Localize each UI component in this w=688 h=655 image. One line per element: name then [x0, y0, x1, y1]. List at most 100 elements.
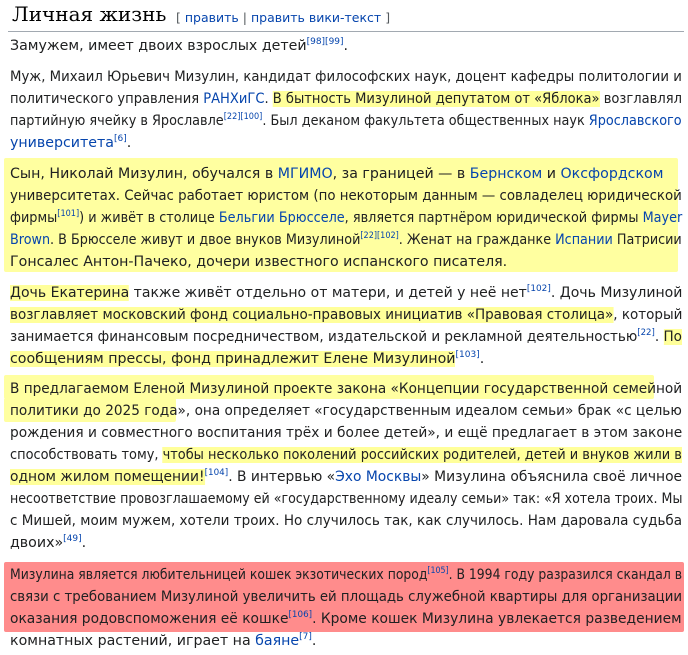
link-spain[interactable]: Испании: [555, 232, 613, 248]
paragraph-law-line8: двоих»[49].: [10, 532, 86, 554]
paragraph-son-line5: Гонсалес Антон-Пачеко, дочери известного…: [10, 254, 508, 270]
highlight-generations: чтобы несколько поколений российских род…: [162, 447, 682, 463]
text: фирмы: [10, 210, 58, 226]
paragraph-daughter-line2: возглавляет московский фонд социально-пр…: [10, 304, 682, 326]
bracket-open: [: [176, 10, 181, 25]
link-oxford[interactable]: Оксфордском: [561, 166, 664, 182]
text: Замужем, имеет двоих взрослых детей: [10, 38, 307, 54]
link-brown[interactable]: Brown: [10, 232, 50, 248]
link-echo-moskvy[interactable]: Эхо Москвы: [335, 469, 421, 485]
text: , она определяет «государственным идеало…: [185, 403, 682, 419]
citation[interactable]: [7]: [299, 632, 312, 642]
citation[interactable]: [6]: [114, 134, 127, 144]
citation[interactable]: [105]: [427, 566, 448, 576]
paragraph-law-line2: политики до 2025 года», она определяет «…: [10, 400, 682, 422]
text: партийную ячейку в Ярославле: [10, 113, 224, 129]
text: Мизулина является любительницей кошек эк…: [10, 567, 428, 583]
text: , является партнёром юридической фирмы: [344, 210, 643, 226]
paragraph-law-line4: способствовать тому, чтобы несколько пок…: [10, 444, 682, 466]
text: .: [311, 633, 317, 649]
paragraph-cats-line2: связи с требованием Мизулиной увеличить …: [10, 589, 682, 605]
paragraph-law-line7: с Мишей, моим мужем, хотели троих. Но сл…: [10, 513, 683, 529]
text: . В 1994 году разразился скандал в: [448, 567, 683, 583]
link-bern[interactable]: Бернском: [470, 166, 543, 182]
citation[interactable]: [22][100]: [224, 112, 263, 122]
link-mayer[interactable]: Mayer: [643, 210, 683, 226]
text: .: [479, 351, 485, 367]
paragraph-cats-line4: комнатных растений, играет на баяне[7].: [10, 630, 316, 652]
text: политического управления: [10, 91, 204, 107]
text: также живёт отдельно от матери, и детей …: [129, 285, 527, 301]
paragraph-married: Замужем, имеет двоих взрослых детей[98][…: [10, 35, 348, 57]
text: двоих»: [10, 535, 64, 551]
paragraph-husband-line2: политического управления РАНХиГС. В бытн…: [10, 88, 682, 110]
citation[interactable]: [49]: [63, 534, 81, 544]
text: . В интервью «: [228, 469, 336, 485]
edit-link[interactable]: править: [185, 10, 239, 25]
citation[interactable]: [22][102]: [360, 231, 398, 241]
text: Сын, Николай Мизулин, обучался в: [10, 166, 278, 182]
highlight-generations-2: одном жилом помещении!: [10, 469, 205, 485]
highlight-fund: возглавляет московский фонд социально-пр…: [10, 307, 614, 323]
citation[interactable]: [102]: [527, 284, 551, 294]
highlight-yabloko: В бытность Мизулиной депутатом от «Яблок…: [272, 91, 600, 107]
paragraph-husband-line1: Муж, Михаил Юрьевич Мизулин, кандидат фи…: [10, 69, 682, 85]
citation[interactable]: [104]: [205, 468, 229, 478]
paragraph-son-line4: Brown. В Брюсселе живут и двое внуков Ми…: [10, 229, 682, 251]
text: .: [81, 535, 87, 551]
text: . Был деканом факультета общественных на…: [262, 113, 589, 129]
highlight-daughter: Дочь Екатерина: [10, 285, 130, 301]
text: , который: [613, 307, 683, 323]
paragraph-law-line6: несоответствие провозглашаемому ей «госу…: [10, 491, 683, 507]
edit-links: [ править | править вики-текст ]: [176, 10, 390, 25]
text: . Кроме кошек Мизулина увлекается развед…: [312, 611, 682, 627]
text: способствовать тому,: [10, 447, 163, 463]
citation[interactable]: [98][99]: [307, 37, 344, 47]
edit-source-link[interactable]: править вики-текст: [251, 10, 381, 25]
text: и: [542, 166, 561, 182]
section-title: Личная жизнь: [12, 2, 167, 26]
text: ) и живёт в столице: [79, 210, 219, 226]
highlight-press-2: сообщениям прессы, фонд принадлежит Елен…: [10, 351, 456, 367]
paragraph-son-line1: Сын, Николай Мизулин, обучался в МГИМО, …: [10, 163, 663, 185]
text: . Женат на гражданке: [398, 232, 556, 248]
link-mgimo[interactable]: МГИМО: [278, 166, 333, 182]
highlight-press: По: [663, 329, 682, 345]
text: » Мизулина объяснила своё личное: [421, 469, 683, 485]
paragraph-daughter-line1: Дочь Екатерина также живёт отдельно от м…: [10, 282, 682, 304]
paragraph-cats-line1: Мизулина является любительницей кошек эк…: [10, 564, 682, 586]
link-brussels[interactable]: Брюсселе: [279, 210, 345, 226]
paragraph-law-line1: В предлагаемом Еленой Мизулиной проекте …: [10, 381, 683, 397]
text: , за границей — в: [332, 166, 470, 182]
citation[interactable]: [106]: [288, 610, 312, 620]
paragraph-law-line3: рождения и совместного воспитания трёх и…: [10, 425, 683, 441]
link-ranepa[interactable]: РАНХиГС: [203, 91, 264, 107]
paragraph-husband-line4: университета[6].: [10, 132, 131, 154]
text: Патрисии: [612, 232, 682, 248]
paragraph-cats-line3: оказания родовспоможения её кошке[106]. …: [10, 608, 682, 630]
paragraph-son-line2: университетах. Сейчас работает юристом (…: [10, 188, 682, 204]
link-yaroslavl-univ[interactable]: Ярославского: [589, 113, 682, 129]
section-heading: Личная жизнь [ править | править вики-те…: [8, 0, 684, 32]
text: .: [126, 135, 132, 151]
citation[interactable]: [22]: [637, 328, 655, 338]
text: комнатных растений, играет на: [10, 633, 256, 649]
link-belgium[interactable]: Бельгии: [219, 210, 275, 226]
text: .: [654, 329, 660, 345]
link-bayan[interactable]: баяне: [255, 633, 299, 649]
citation[interactable]: [103]: [455, 350, 479, 360]
link-university[interactable]: университета: [10, 135, 114, 151]
text: .: [343, 38, 349, 54]
text: . В Брюсселе живут и двое внуков Мизулин…: [50, 232, 361, 248]
text: возглавлял: [599, 91, 682, 107]
paragraph-daughter-line3: занимается финансовым посредничеством, и…: [10, 326, 682, 348]
citation[interactable]: [101]: [57, 209, 79, 219]
paragraph-husband-line3: партийную ячейку в Ярославле[22][100]. Б…: [10, 110, 682, 132]
text: .: [264, 91, 269, 107]
paragraph-son-line3: фирмы[101]) и живёт в столице Бельгии Бр…: [10, 207, 682, 229]
paragraph-law-line5: одном жилом помещении![104]. В интервью …: [10, 466, 682, 488]
text: . Дочь Мизулиной: [550, 285, 683, 301]
highlight-policy: политики до 2025 года»: [10, 403, 186, 419]
edit-separator: |: [242, 10, 247, 25]
bracket-close: ]: [385, 10, 391, 25]
